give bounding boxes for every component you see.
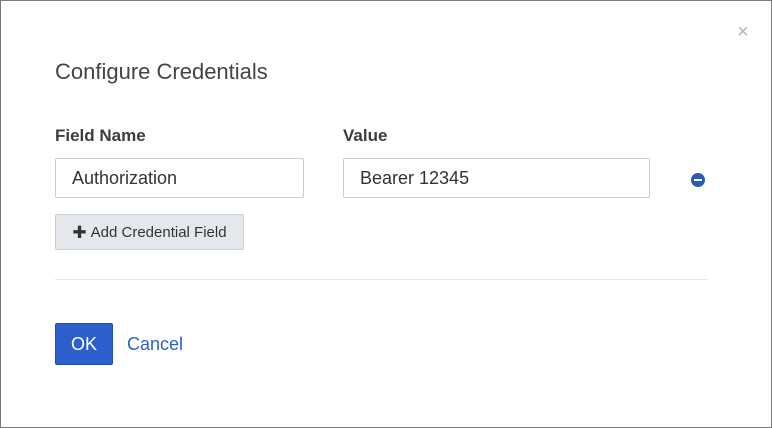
cancel-link[interactable]: Cancel [127, 334, 183, 355]
dialog-title: Configure Credentials [55, 59, 268, 84]
value-column-label: Value [343, 126, 388, 145]
plus-icon: ✚ [72, 222, 87, 242]
field-name-column-label: Field Name [55, 126, 146, 145]
credential-field-name-input[interactable] [55, 158, 304, 198]
close-icon[interactable]: × [735, 22, 751, 42]
configure-credentials-dialog: × Configure Credentials Field Name Value… [0, 0, 772, 428]
credential-value-input[interactable] [343, 158, 650, 198]
add-credential-field-label: Add Credential Field [90, 223, 227, 241]
remove-credential-icon[interactable] [691, 173, 705, 187]
ok-button[interactable]: OK [55, 323, 113, 365]
divider [55, 279, 708, 280]
add-credential-field-button[interactable]: ✚ Add Credential Field [55, 214, 244, 250]
